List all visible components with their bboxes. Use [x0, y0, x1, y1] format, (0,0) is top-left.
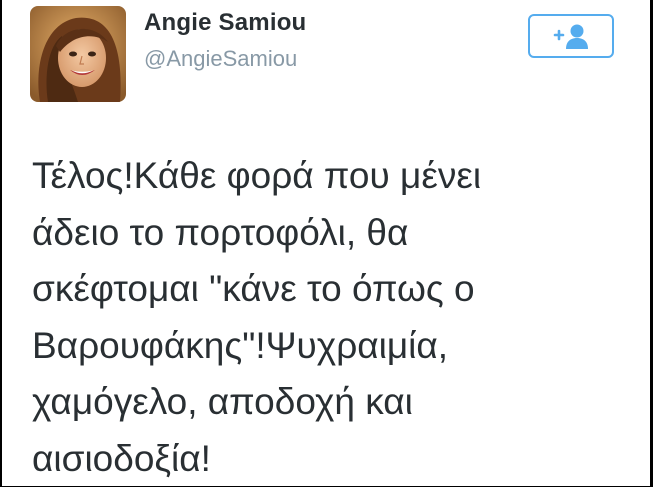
tweet-card: Angie Samiou @AngieSamiou Τέλος!Κάθε φορ… — [2, 0, 650, 486]
avatar-photo — [30, 6, 126, 102]
add-user-icon — [553, 24, 588, 49]
follow-button[interactable] — [528, 14, 614, 58]
tweet-text: Τέλος!Κάθε φορά που μένει άδειο το πορτο… — [32, 155, 482, 479]
display-name[interactable]: Angie Samiou — [144, 9, 306, 37]
user-handle[interactable]: @AngieSamiou — [144, 46, 297, 72]
avatar[interactable] — [30, 6, 126, 102]
screenshot-frame: Angie Samiou @AngieSamiou Τέλος!Κάθε φορ… — [0, 0, 653, 487]
